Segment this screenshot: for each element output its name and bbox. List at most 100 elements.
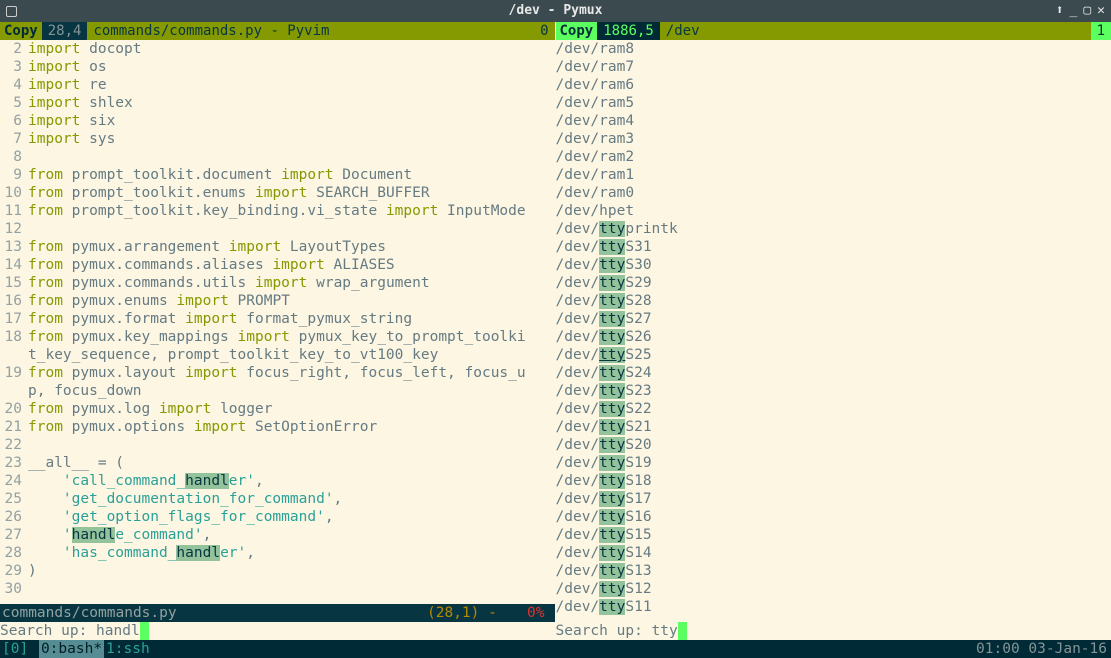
list-item[interactable]: /dev/ram0 — [556, 184, 1111, 202]
code-line[interactable]: 7import sys — [0, 130, 555, 148]
status-position: (28,1) - — [427, 604, 510, 622]
left-search-bar[interactable]: Search up: handl — [0, 622, 555, 640]
session-name[interactable]: [0] — [0, 640, 30, 658]
buffer-tab[interactable]: /dev — [660, 22, 1091, 40]
code-line[interactable]: 8 — [0, 148, 555, 166]
list-item[interactable]: /dev/ram7 — [556, 58, 1111, 76]
code-editor[interactable]: 2import docopt3import os4import re5impor… — [0, 40, 555, 604]
list-item[interactable]: /dev/ttyprintk — [556, 220, 1111, 238]
line-text: from prompt_toolkit.key_binding.vi_state… — [28, 202, 526, 220]
code-line[interactable]: 3import os — [0, 58, 555, 76]
code-line[interactable]: 4import re — [0, 76, 555, 94]
list-item[interactable]: /dev/ttyS31 — [556, 238, 1111, 256]
code-line[interactable]: 13from pymux.arrangement import LayoutTy… — [0, 238, 555, 256]
list-item[interactable]: /dev/ttyS21 — [556, 418, 1111, 436]
right-search-bar[interactable]: Search up: tty — [556, 622, 1111, 640]
code-line[interactable]: 28 'has_command_handler', — [0, 544, 555, 562]
list-item[interactable]: /dev/ttyS16 — [556, 508, 1111, 526]
cursor-position: 28,4 — [42, 22, 88, 40]
list-item[interactable]: /dev/ttyS26 — [556, 328, 1111, 346]
buffer-tab[interactable]: commands/commands.py - Pyvim — [87, 22, 534, 40]
list-item[interactable]: /dev/ttyS22 — [556, 400, 1111, 418]
list-item[interactable]: /dev/ttyS19 — [556, 454, 1111, 472]
code-line[interactable]: 9from prompt_toolkit.document import Doc… — [0, 166, 555, 184]
list-item[interactable]: /dev/ttyS12 — [556, 580, 1111, 598]
list-item[interactable]: /dev/ttyS11 — [556, 598, 1111, 616]
list-item[interactable]: /dev/ram6 — [556, 76, 1111, 94]
file-listing[interactable]: /dev/ram8/dev/ram7/dev/ram6/dev/ram5/dev… — [556, 40, 1111, 622]
code-line[interactable]: 21from pymux.options import SetOptionErr… — [0, 418, 555, 436]
list-item[interactable]: /dev/ttyS13 — [556, 562, 1111, 580]
window-tab-active[interactable]: 0:bash* — [39, 640, 104, 658]
list-item[interactable]: /dev/ram5 — [556, 94, 1111, 112]
line-text: t_key_sequence, prompt_toolkit_key_to_vt… — [28, 346, 438, 364]
line-number: 22 — [0, 436, 28, 454]
code-line[interactable]: 22 — [0, 436, 555, 454]
line-number: 8 — [0, 148, 28, 166]
line-text: 'call_command_handler', — [28, 472, 264, 490]
restore-icon[interactable]: ⬆ — [1056, 2, 1064, 20]
list-item[interactable]: /dev/ram1 — [556, 166, 1111, 184]
line-number: 20 — [0, 400, 28, 418]
cursor-block-icon — [678, 622, 687, 640]
minimize-icon[interactable]: _ — [1070, 2, 1078, 20]
line-text: import re — [28, 76, 107, 94]
window-tab-inactive[interactable]: 1:ssh — [104, 640, 152, 658]
line-text: from pymux.enums import PROMPT — [28, 292, 290, 310]
status-filename: commands/commands.py — [0, 604, 427, 622]
code-line[interactable]: 6import six — [0, 112, 555, 130]
code-line[interactable]: 20from pymux.log import logger — [0, 400, 555, 418]
line-number — [0, 346, 28, 364]
list-item[interactable]: /dev/ttyS15 — [556, 526, 1111, 544]
list-item[interactable]: /dev/ram2 — [556, 148, 1111, 166]
code-line[interactable]: 29) — [0, 562, 555, 580]
close-icon[interactable]: ✕ — [1097, 2, 1105, 20]
code-line[interactable]: 18from pymux.key_mappings import pymux_k… — [0, 328, 555, 346]
list-item[interactable]: /dev/hpet — [556, 202, 1111, 220]
list-item[interactable]: /dev/ram3 — [556, 130, 1111, 148]
line-number: 12 — [0, 220, 28, 238]
code-line[interactable]: 11from prompt_toolkit.key_binding.vi_sta… — [0, 202, 555, 220]
code-line[interactable]: 25 'get_documentation_for_command', — [0, 490, 555, 508]
code-line[interactable]: 2import docopt — [0, 40, 555, 58]
code-line[interactable]: 27 'handle_command', — [0, 526, 555, 544]
list-item[interactable]: /dev/ttyS28 — [556, 292, 1111, 310]
line-number: 15 — [0, 274, 28, 292]
code-line[interactable]: 5import shlex — [0, 94, 555, 112]
list-item[interactable]: /dev/ttyS18 — [556, 472, 1111, 490]
buffer-index: 1 — [1091, 22, 1111, 40]
list-item[interactable]: /dev/ttyS25 — [556, 346, 1111, 364]
list-item[interactable]: /dev/ttyS14 — [556, 544, 1111, 562]
right-pane[interactable]: Copy 1886,5 /dev 1 /dev/ram8/dev/ram7/de… — [556, 22, 1111, 640]
code-line[interactable]: 23__all__ = ( — [0, 454, 555, 472]
line-text: 'handle_command', — [28, 526, 211, 544]
code-line[interactable]: 15from pymux.commands.utils import wrap_… — [0, 274, 555, 292]
code-line[interactable]: 30 — [0, 580, 555, 598]
list-item[interactable]: /dev/ram8 — [556, 40, 1111, 58]
code-line[interactable]: 26 'get_option_flags_for_command', — [0, 508, 555, 526]
list-item[interactable]: /dev/ttyS23 — [556, 382, 1111, 400]
list-item[interactable]: /dev/ttyS30 — [556, 256, 1111, 274]
line-text: 'get_option_flags_for_command', — [28, 508, 334, 526]
code-line[interactable]: t_key_sequence, prompt_toolkit_key_to_vt… — [0, 346, 555, 364]
code-line[interactable]: p, focus_down — [0, 382, 555, 400]
maximize-icon[interactable]: ▢ — [1083, 2, 1091, 20]
code-line[interactable]: 12 — [0, 220, 555, 238]
line-number — [0, 382, 28, 400]
list-item[interactable]: /dev/ram4 — [556, 112, 1111, 130]
code-line[interactable]: 16from pymux.enums import PROMPT — [0, 292, 555, 310]
list-item[interactable]: /dev/ttyS27 — [556, 310, 1111, 328]
list-item[interactable]: /dev/ttyS24 — [556, 364, 1111, 382]
code-line[interactable]: 19from pymux.layout import focus_right, … — [0, 364, 555, 382]
window-titlebar: /dev - Pymux ⬆ _ ▢ ✕ — [0, 0, 1111, 22]
code-line[interactable]: 24 'call_command_handler', — [0, 472, 555, 490]
code-line[interactable]: 14from pymux.commands.aliases import ALI… — [0, 256, 555, 274]
line-number: 6 — [0, 112, 28, 130]
code-line[interactable]: 10from prompt_toolkit.enums import SEARC… — [0, 184, 555, 202]
left-pane[interactable]: Copy 28,4 commands/commands.py - Pyvim 0… — [0, 22, 556, 640]
list-item[interactable]: /dev/ttyS17 — [556, 490, 1111, 508]
list-item[interactable]: /dev/ttyS20 — [556, 436, 1111, 454]
code-line[interactable]: 17from pymux.format import format_pymux_… — [0, 310, 555, 328]
cursor-block-icon — [140, 622, 149, 640]
list-item[interactable]: /dev/ttyS29 — [556, 274, 1111, 292]
